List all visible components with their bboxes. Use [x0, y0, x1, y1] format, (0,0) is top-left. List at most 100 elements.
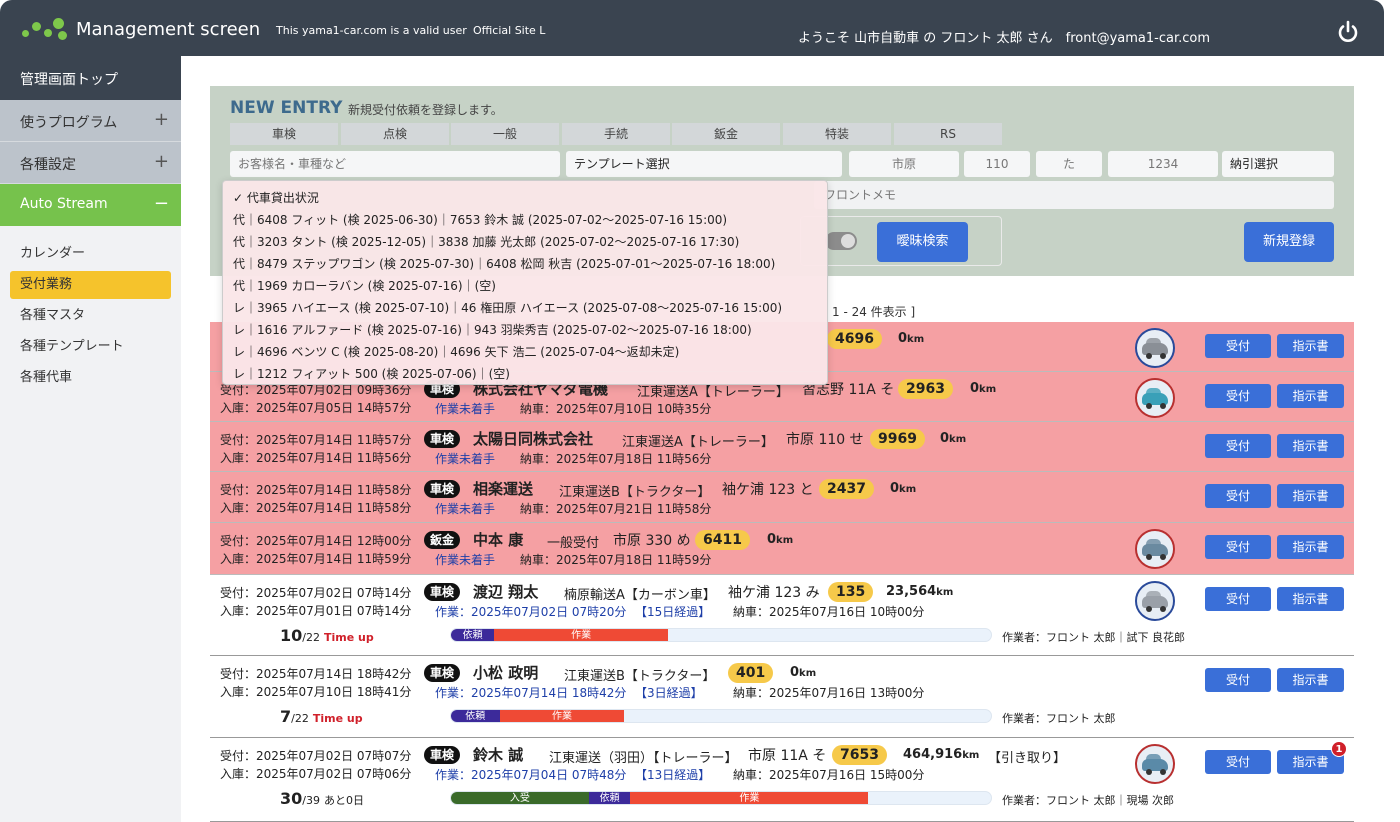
dropdown-item[interactable]: 代｜8479 ステップワゴン (検 2025-07-30)｜6408 松岡 秋吉…	[223, 253, 827, 275]
progress-segment: 作業	[630, 792, 869, 804]
template-select[interactable]: テンプレート選択	[566, 151, 842, 177]
sidebar-item-masters[interactable]: 各種マスタ	[0, 300, 181, 331]
new-register-button[interactable]: 新規登録	[1244, 222, 1334, 262]
customer-name[interactable]: 鈴木 誠	[473, 744, 523, 765]
sidebar-settings[interactable]: 各種設定 +	[0, 142, 181, 184]
plate-text: 袖ケ浦 123 み	[728, 585, 820, 601]
accept-button[interactable]: 受付	[1205, 587, 1271, 611]
category-tab[interactable]: 点検	[341, 123, 449, 145]
instruction-button[interactable]: 指示書	[1277, 668, 1344, 692]
sidebar-auto-stream[interactable]: Auto Stream −	[0, 184, 181, 226]
instruction-button[interactable]: 指示書	[1277, 587, 1344, 611]
category-tab[interactable]: RS	[894, 123, 1002, 145]
sidebar-top-link[interactable]: 管理画面トップ	[0, 56, 181, 100]
job-row[interactable]: 受付：2025年07月14日 11時58分 入庫：2025年07月14日 11時5…	[210, 472, 1354, 523]
customer-name[interactable]: 渡辺 翔太	[473, 581, 538, 602]
dropdown-item[interactable]: 代｜6408 フィット (検 2025-06-30)｜7653 鈴木 誠 (20…	[223, 209, 827, 231]
accept-button[interactable]: 受付	[1205, 484, 1271, 508]
instruction-button[interactable]: 指示書	[1277, 384, 1344, 408]
odometer-value: 0	[898, 331, 908, 346]
accept-button[interactable]: 受付	[1205, 750, 1271, 774]
customer-name[interactable]: 小松 政明	[473, 662, 538, 683]
entry-title: NEW ENTRY	[230, 98, 343, 118]
job-row[interactable]: 受付：2025年07月14日 11時57分 入庫：2025年07月14日 11時5…	[210, 422, 1354, 472]
plate-class-input[interactable]: 110	[964, 151, 1030, 177]
progress-segment: 作業	[499, 710, 625, 722]
sidebar-programs[interactable]: 使うプログラム +	[0, 100, 181, 142]
accept-button[interactable]: 受付	[1205, 535, 1271, 559]
arrival-time: 入庫：2025年07月10日 18時41分	[220, 685, 412, 699]
job-row[interactable]: 受付：2025年07月02日 07時07分 入庫：2025年07月02日 07時0…	[210, 738, 1354, 822]
day-count-total: /39	[302, 794, 320, 807]
valid-user-text: This yama1-car.com is a valid user	[276, 24, 467, 37]
job-row[interactable]: 受付：2025年07月02日 07時14分 入庫：2025年07月01日 07時1…	[210, 575, 1354, 656]
dropdown-item[interactable]: 代｜1969 カローラバン (検 2025-07-16)｜(空)	[223, 275, 827, 297]
customer-search-input[interactable]: お客様名・車種など	[230, 151, 560, 177]
paging-text: 1 - 24 件表示 ]	[832, 305, 916, 319]
official-site-link[interactable]: Official Site L	[473, 24, 545, 37]
dropdown-item[interactable]: レ｜1212 フィアット 500 (検 2025-07-06)｜(空)	[223, 363, 827, 385]
wheel-icon	[1146, 606, 1152, 612]
front-memo-input[interactable]: フロントメモ	[814, 181, 1334, 209]
app-title: Management screen	[76, 19, 261, 40]
odometer-value: 464,916	[903, 747, 963, 762]
customer-name[interactable]: 相楽運送	[473, 478, 533, 499]
received-time: 受付：2025年07月02日 07時14分	[220, 586, 412, 600]
odometer-unit: km	[776, 535, 794, 546]
vehicle-name: 楠原輸送A【カーボン車】	[564, 588, 716, 603]
sidebar-programs-label: 使うプログラム	[20, 115, 118, 131]
delivery-select[interactable]: 納引選択	[1222, 151, 1334, 177]
day-count-total: /22	[291, 712, 309, 725]
work-time: 作業：2025年07月14日 18時42分	[435, 686, 627, 700]
elapsed-days: 【15日経過】	[635, 605, 711, 619]
fuzzy-search-button[interactable]: 曖昧検索	[877, 222, 968, 262]
vehicle-name: 江東運送（羽田）【トレーラー】	[549, 751, 738, 766]
dropdown-item[interactable]: 代｜3203 タント (検 2025-12-05)｜3838 加藤 光太郎 (2…	[223, 231, 827, 253]
vehicle-photo	[1135, 581, 1175, 621]
accept-button[interactable]: 受付	[1205, 384, 1271, 408]
odometer-unit: km	[962, 750, 980, 761]
job-kind-badge: 車検	[424, 664, 461, 682]
plate-area-input[interactable]: 市原	[849, 151, 959, 177]
wheel-icon	[1146, 554, 1152, 560]
category-tab[interactable]: 手続	[562, 123, 670, 145]
pickup-note: 【引き取り】	[988, 751, 1067, 766]
fuzzy-toggle[interactable]	[825, 232, 857, 250]
customer-name[interactable]: 太陽日同株式会社	[473, 428, 593, 449]
odometer-unit: km	[799, 668, 817, 679]
category-tab[interactable]: 特装	[783, 123, 891, 145]
odometer: 0km	[970, 381, 996, 396]
job-row[interactable]: 受付：2025年07月14日 12時00分 入庫：2025年07月14日 11時5…	[210, 523, 1354, 575]
plate-kana-input[interactable]: た	[1036, 151, 1102, 177]
sidebar-item-loaner[interactable]: 各種代車	[0, 362, 181, 393]
accept-button[interactable]: 受付	[1205, 434, 1271, 458]
dropdown-item[interactable]: レ｜4696 ベンツ C (検 2025-08-20)｜4696 矢下 浩二 (…	[223, 341, 827, 363]
category-tab[interactable]: 車検	[230, 123, 338, 145]
sidebar-settings-label: 各種設定	[20, 157, 76, 173]
sidebar-item-reception[interactable]: 受付業務	[10, 271, 171, 299]
plate-number-input[interactable]: 1234	[1108, 151, 1218, 177]
instruction-button[interactable]: 指示書	[1277, 434, 1344, 458]
instruction-button[interactable]: 指示書	[1277, 484, 1344, 508]
accept-button[interactable]: 受付	[1205, 668, 1271, 692]
dropdown-item[interactable]: レ｜1616 アルファード (検 2025-07-16)｜943 羽柴秀吉 (2…	[223, 319, 827, 341]
work-time: 作業：2025年07月04日 07時48分	[435, 768, 627, 782]
sidebar-auto-label: Auto Stream	[20, 196, 108, 212]
odometer-unit: km	[899, 484, 917, 495]
dropdown-item[interactable]: レ｜3965 ハイエース (検 2025-07-10)｜46 権田原 ハイエース…	[223, 297, 827, 319]
delivery-time: 納車：2025年07月16日 15時00分	[733, 768, 925, 782]
accept-button[interactable]: 受付	[1205, 334, 1271, 358]
sidebar-item-calendar[interactable]: カレンダー	[0, 238, 181, 269]
category-tab[interactable]: 一般	[451, 123, 559, 145]
sidebar-item-templates[interactable]: 各種テンプレート	[0, 331, 181, 362]
customer-name[interactable]: 中本 康	[473, 529, 523, 550]
odometer-value: 0	[767, 532, 777, 547]
loaner-status-dropdown[interactable]: ✓ 代車貸出状況 代｜6408 フィット (検 2025-06-30)｜7653…	[222, 180, 828, 385]
delivery-time: 納車：2025年07月10日 10時35分	[520, 402, 712, 416]
job-row[interactable]: 受付：2025年07月14日 18時42分 入庫：2025年07月10日 18時4…	[210, 656, 1354, 738]
category-tab[interactable]: 鈑金	[672, 123, 780, 145]
power-icon[interactable]	[1336, 20, 1360, 44]
dropdown-header[interactable]: ✓ 代車貸出状況	[223, 187, 827, 209]
instruction-button[interactable]: 指示書	[1277, 535, 1344, 559]
instruction-button[interactable]: 指示書	[1277, 334, 1344, 358]
